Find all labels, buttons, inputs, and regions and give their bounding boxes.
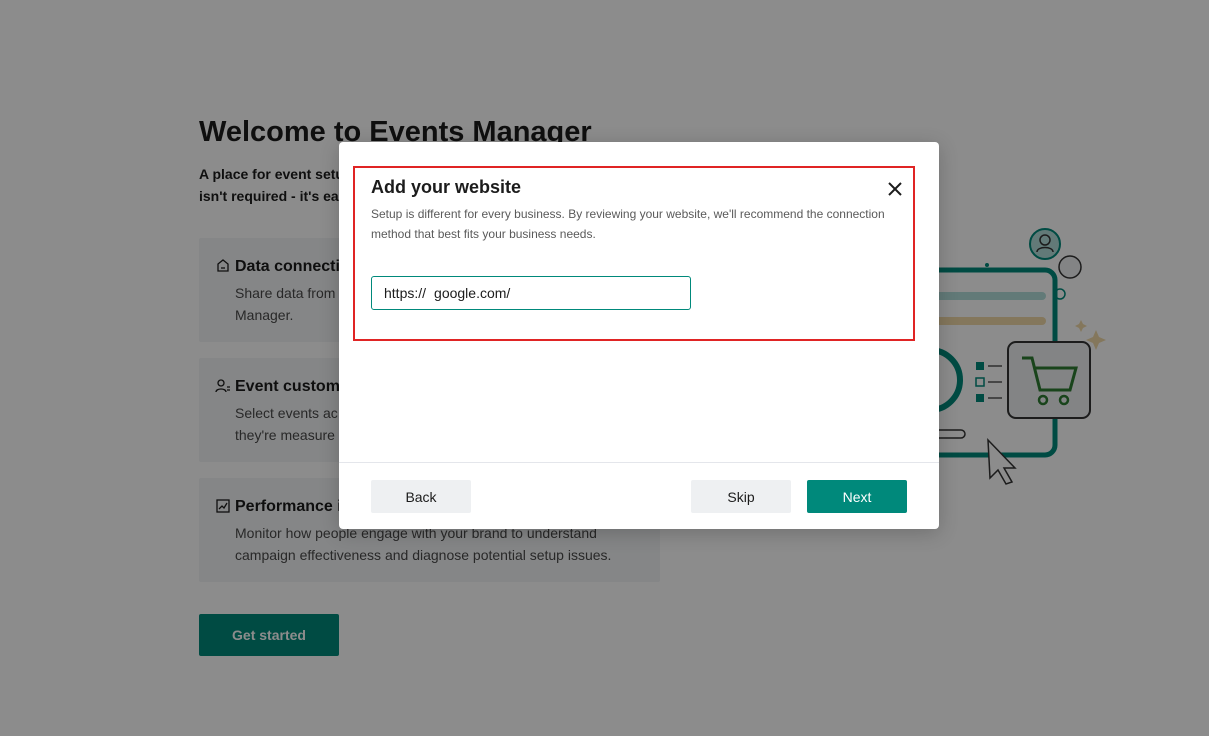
back-button[interactable]: Back: [371, 480, 471, 513]
dialog-description: Setup is different for every business. B…: [371, 207, 885, 241]
dialog-footer-divider: [339, 462, 939, 463]
skip-button[interactable]: Skip: [691, 480, 791, 513]
website-url-input[interactable]: [434, 278, 675, 308]
close-icon: [888, 182, 902, 196]
url-prefix: https://: [384, 285, 427, 301]
add-website-dialog: Add your website Setup is different for …: [339, 142, 939, 529]
close-button[interactable]: [885, 179, 905, 199]
dialog-title: Add your website: [371, 177, 522, 197]
website-url-field[interactable]: https://: [371, 276, 691, 310]
next-button[interactable]: Next: [807, 480, 907, 513]
